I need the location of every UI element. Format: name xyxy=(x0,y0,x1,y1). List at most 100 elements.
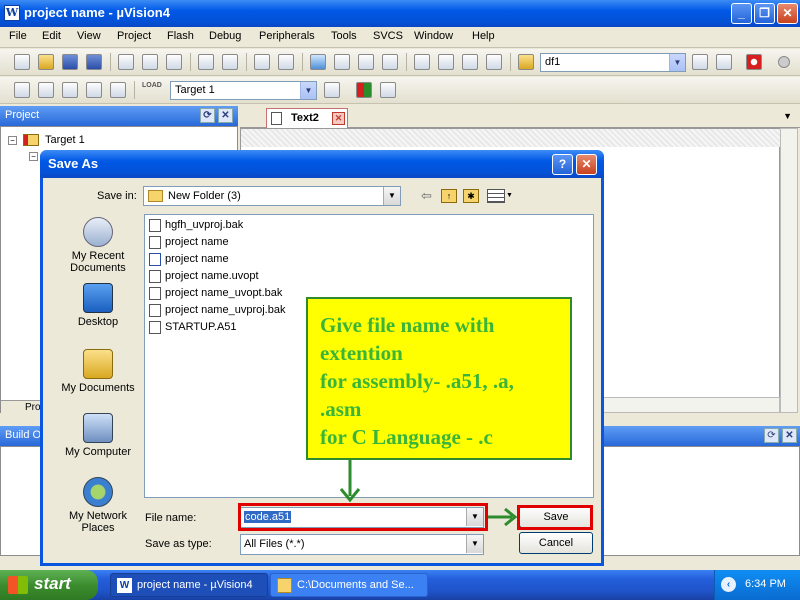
find-icon[interactable] xyxy=(692,54,708,70)
navigate-back-icon[interactable] xyxy=(254,54,270,70)
collapse-icon[interactable]: − xyxy=(8,136,17,145)
file-icon xyxy=(149,219,161,232)
back-arrow-icon[interactable]: ⇦ xyxy=(421,188,432,204)
uvision-project-icon xyxy=(149,253,161,266)
new-folder-icon[interactable]: ✱ xyxy=(463,189,479,203)
place-my-computer[interactable]: My Computer xyxy=(53,413,143,458)
view-menu-icon[interactable] xyxy=(487,189,505,203)
bookmark-toggle-icon[interactable] xyxy=(310,54,326,70)
menu-file[interactable]: File xyxy=(9,30,27,42)
save-in-combo[interactable]: New Folder (3) ▼ xyxy=(143,186,401,206)
open-folder-icon[interactable] xyxy=(38,54,54,70)
redo-icon[interactable] xyxy=(222,54,238,70)
chevron-down-icon[interactable]: ▼ xyxy=(669,54,685,71)
tab-text2[interactable]: Text2 ✕ xyxy=(266,108,348,128)
load-icon[interactable]: LOAD xyxy=(142,82,162,89)
select-packs-icon[interactable] xyxy=(380,82,396,98)
build-icon[interactable] xyxy=(38,82,54,98)
menu-help[interactable]: Help xyxy=(472,30,495,42)
paste-icon[interactable] xyxy=(166,54,182,70)
close-tab-icon[interactable]: ✕ xyxy=(332,112,345,125)
bookmark-next-icon[interactable] xyxy=(358,54,374,70)
window-title: project name - µVision4 xyxy=(24,5,170,20)
maximize-button[interactable]: ❐ xyxy=(754,3,775,24)
unindent-icon[interactable] xyxy=(438,54,454,70)
place-recent-documents[interactable]: My Recent Documents xyxy=(53,217,143,274)
stop-build-icon[interactable] xyxy=(110,82,126,98)
target-combo[interactable]: Target 1 ▼ xyxy=(170,81,317,100)
list-item[interactable]: project name_uvproj.bak xyxy=(149,303,285,319)
tree-target-label[interactable]: Target 1 xyxy=(45,134,85,146)
help-button[interactable]: ? xyxy=(552,154,573,175)
indent-icon[interactable] xyxy=(414,54,430,70)
list-item[interactable]: STARTUP.A51 xyxy=(149,320,237,336)
network-places-icon xyxy=(83,477,113,507)
target-options-icon[interactable] xyxy=(324,82,340,98)
chevron-down-icon[interactable]: ▼ xyxy=(466,535,483,553)
undo-icon[interactable] xyxy=(198,54,214,70)
place-my-network[interactable]: My Network Places xyxy=(53,477,143,534)
pin-icon[interactable]: ⟳ xyxy=(200,108,215,123)
place-my-documents[interactable]: My Documents xyxy=(53,349,143,394)
list-item[interactable]: project name xyxy=(149,235,229,251)
menu-project[interactable]: Project xyxy=(117,30,151,42)
breakpoint-icon[interactable] xyxy=(778,56,790,68)
menu-window[interactable]: Window xyxy=(414,30,453,42)
list-item[interactable]: project name.uvopt xyxy=(149,269,259,285)
collapse-icon[interactable]: − xyxy=(29,152,38,161)
chevron-down-icon[interactable]: ▼ xyxy=(300,82,316,99)
manage-components-icon[interactable] xyxy=(356,82,372,98)
list-item[interactable]: project name xyxy=(149,252,229,268)
bookmark-previous-icon[interactable] xyxy=(334,54,350,70)
comment-icon[interactable] xyxy=(462,54,478,70)
save-in-value: New Folder (3) xyxy=(168,190,241,202)
menu-edit[interactable]: Edit xyxy=(42,30,61,42)
editor-vertical-scrollbar[interactable] xyxy=(780,128,798,413)
chevron-down-icon[interactable]: ▼ xyxy=(506,192,513,199)
save-icon[interactable] xyxy=(62,54,78,70)
minimize-button[interactable]: _ xyxy=(731,3,752,24)
rebuild-icon[interactable] xyxy=(62,82,78,98)
cancel-button[interactable]: Cancel xyxy=(519,532,593,554)
find-combo[interactable]: df1 ▼ xyxy=(540,53,686,72)
file-name-highlight-box xyxy=(238,503,488,531)
close-panel-icon[interactable]: ✕ xyxy=(218,108,233,123)
save-as-type-select[interactable]: All Files (*.*) ▼ xyxy=(240,534,484,555)
close-panel-icon[interactable]: ✕ xyxy=(782,428,797,443)
tab-list-chevron-icon[interactable]: ▼ xyxy=(783,111,792,121)
clock: 6:34 PM xyxy=(745,578,786,590)
debug-session-icon[interactable] xyxy=(746,54,762,70)
pin-icon[interactable]: ⟳ xyxy=(764,428,779,443)
uncomment-icon[interactable] xyxy=(486,54,502,70)
menu-view[interactable]: View xyxy=(77,30,101,42)
up-folder-icon[interactable]: ↑ xyxy=(441,189,457,203)
save-all-icon[interactable] xyxy=(86,54,102,70)
menu-peripherals[interactable]: Peripherals xyxy=(259,30,315,42)
place-desktop[interactable]: Desktop xyxy=(53,283,143,328)
uvision-app-icon: W xyxy=(117,578,132,593)
copy-icon[interactable] xyxy=(142,54,158,70)
tray-expand-icon[interactable]: ‹ xyxy=(721,577,736,592)
new-file-icon[interactable] xyxy=(14,54,30,70)
taskbar-item-explorer[interactable]: C:\Documents and Se... xyxy=(270,573,428,597)
chevron-down-icon[interactable]: ▼ xyxy=(383,187,400,205)
list-item[interactable]: project name_uvopt.bak xyxy=(149,286,282,302)
find-in-files-icon[interactable] xyxy=(518,54,534,70)
menu-flash[interactable]: Flash xyxy=(167,30,194,42)
navigate-forward-icon[interactable] xyxy=(278,54,294,70)
dialog-close-button[interactable]: ✕ xyxy=(576,154,597,175)
menu-svcs[interactable]: SVCS xyxy=(373,30,403,42)
bookmark-clear-icon[interactable] xyxy=(382,54,398,70)
cut-icon[interactable] xyxy=(118,54,134,70)
project-tab[interactable]: Pro xyxy=(1,400,41,414)
menu-tools[interactable]: Tools xyxy=(331,30,357,42)
main-title-bar: W project name - µVision4 _ ❐ ✕ xyxy=(0,0,800,27)
incremental-find-icon[interactable] xyxy=(716,54,732,70)
batch-build-icon[interactable] xyxy=(86,82,102,98)
list-item[interactable]: hgfh_uvproj.bak xyxy=(149,218,243,234)
menu-debug[interactable]: Debug xyxy=(209,30,241,42)
close-window-button[interactable]: ✕ xyxy=(777,3,798,24)
start-button[interactable]: start xyxy=(0,570,98,600)
taskbar-item-uvision[interactable]: W project name - µVision4 xyxy=(110,573,268,597)
translate-icon[interactable] xyxy=(14,82,30,98)
